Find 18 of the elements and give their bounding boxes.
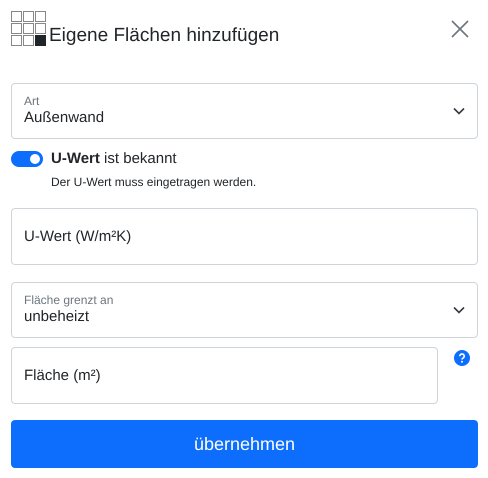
help-icon[interactable] xyxy=(454,350,470,366)
dropdown[interactable]: Art Außenwand xyxy=(11,83,478,139)
chevron-down-icon xyxy=(453,306,465,314)
grid-logo-icon xyxy=(11,11,47,47)
chevron-down-icon xyxy=(453,107,465,115)
toggle-switch[interactable] xyxy=(11,150,43,166)
close-button[interactable] xyxy=(450,19,470,39)
toggle-label: U-Wert ist bekannt xyxy=(51,150,177,167)
input-field[interactable]: Fläche (m²) xyxy=(11,347,438,404)
dropdown-label: Fläche grenzt an xyxy=(24,293,114,307)
dropdown-value: Außenwand xyxy=(24,108,104,128)
dropdown-value: unbeheizt xyxy=(24,307,90,327)
input-field[interactable]: U-Wert (W/m²K) xyxy=(11,208,478,265)
hint-text: Der U-Wert muss eingetragen werden. xyxy=(51,175,258,189)
dropdown-label: Art xyxy=(24,94,40,108)
submit-button[interactable]: übernehmen xyxy=(11,420,478,468)
dialog-title: Eigene Flächen hinzufügen xyxy=(49,25,280,47)
dropdown[interactable]: Fläche grenzt an unbeheizt xyxy=(11,282,478,338)
